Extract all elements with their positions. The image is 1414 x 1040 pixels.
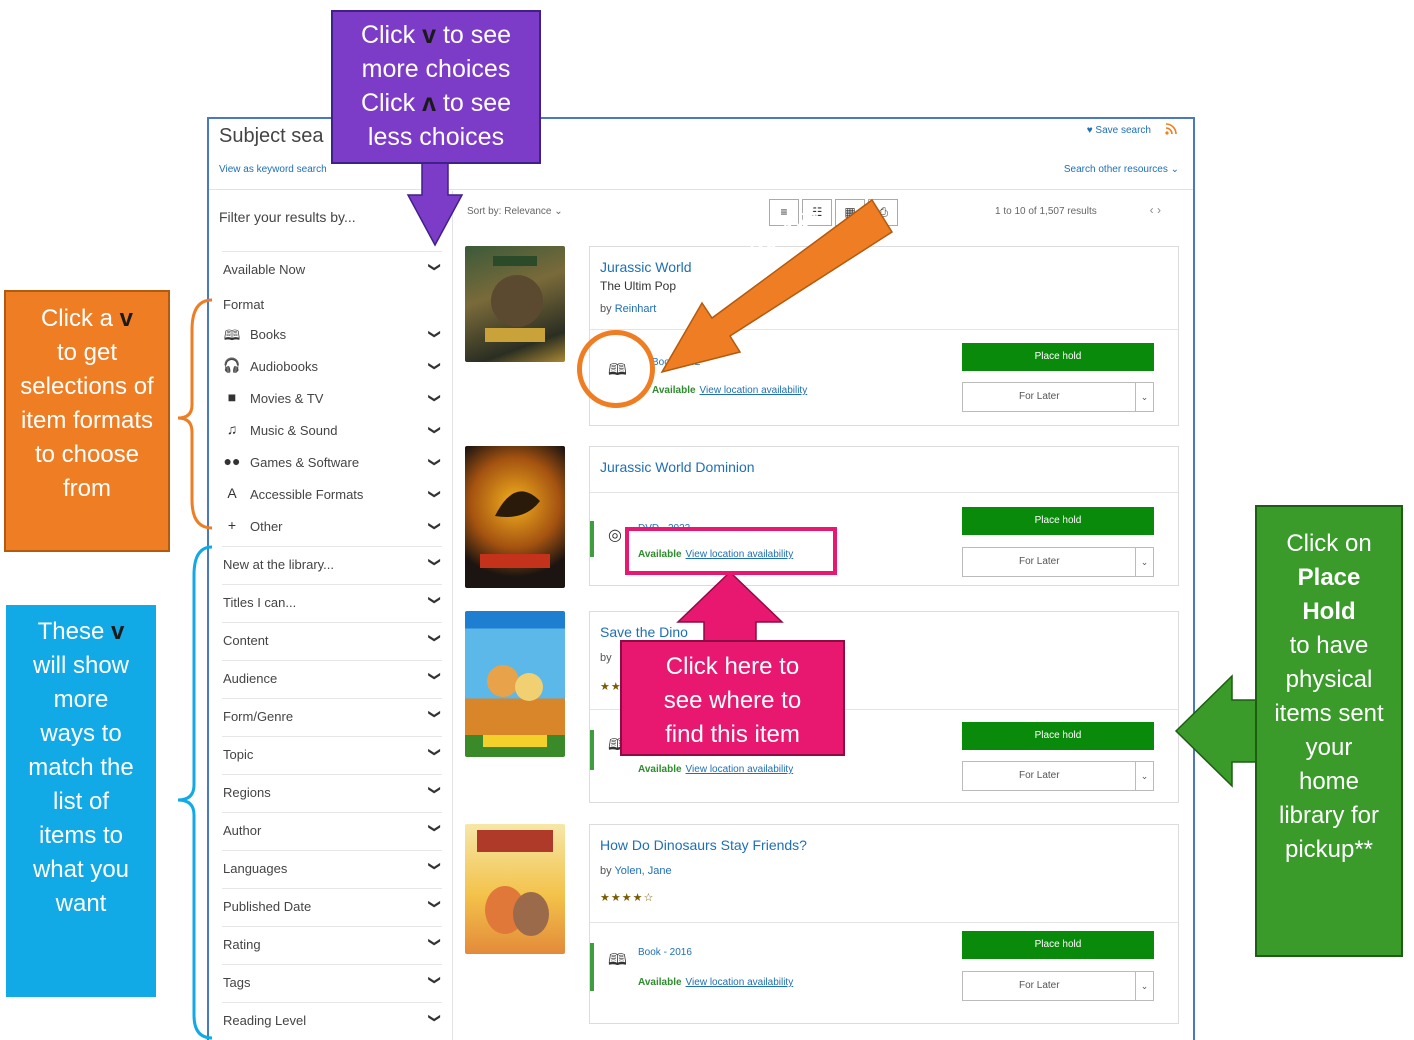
green-text-bold: Place Hold xyxy=(1297,564,1361,625)
chevron-down-icon: v xyxy=(111,618,125,645)
annotation-shapes xyxy=(177,159,1257,1040)
pink-arrow xyxy=(676,570,784,643)
blue-bracket xyxy=(177,545,213,1040)
purple-line-1: Click v to see xyxy=(333,18,539,52)
orange-bracket xyxy=(177,298,213,530)
pink-text: Click here to see where to find this ite… xyxy=(663,653,802,748)
chevron-down-icon: v xyxy=(119,305,134,332)
purple-callout: Click v to see more choices Click ʌ to s… xyxy=(331,10,541,164)
blue-callout: These v will show more ways to match the… xyxy=(6,605,156,997)
availability-highlight-frame xyxy=(625,527,837,575)
chevron-down-icon: v xyxy=(422,21,436,49)
pink-callout: Click here to see where to find this ite… xyxy=(620,640,845,756)
purple-arrow xyxy=(406,159,464,247)
purple-text: to see xyxy=(442,21,512,49)
blue-text: These xyxy=(37,618,105,645)
green-callout: Click on Place Hold to have physical ite… xyxy=(1255,505,1403,957)
orange-callout: Click a v to get selections of item form… xyxy=(4,290,170,552)
orange-text: Click a xyxy=(40,305,113,332)
green-text-body: to have physical items sent your home li… xyxy=(1274,632,1384,863)
format-highlight-circle xyxy=(577,330,655,408)
purple-line-4: less choices xyxy=(367,123,505,151)
purple-text: Click xyxy=(360,21,416,49)
purple-text: Click xyxy=(360,89,416,117)
green-text-1: Click on xyxy=(1286,530,1372,557)
green-arrow xyxy=(1174,674,1257,788)
purple-line-2: more choices xyxy=(361,55,511,83)
purple-line-3: Click ʌ to see xyxy=(333,86,539,120)
purple-text: to see xyxy=(442,89,512,117)
orange-text-body: to get selections of item formats to cho… xyxy=(20,339,154,502)
chevron-up-icon: ʌ xyxy=(422,89,436,117)
blue-text-body: will show more ways to match the list of… xyxy=(28,652,134,917)
